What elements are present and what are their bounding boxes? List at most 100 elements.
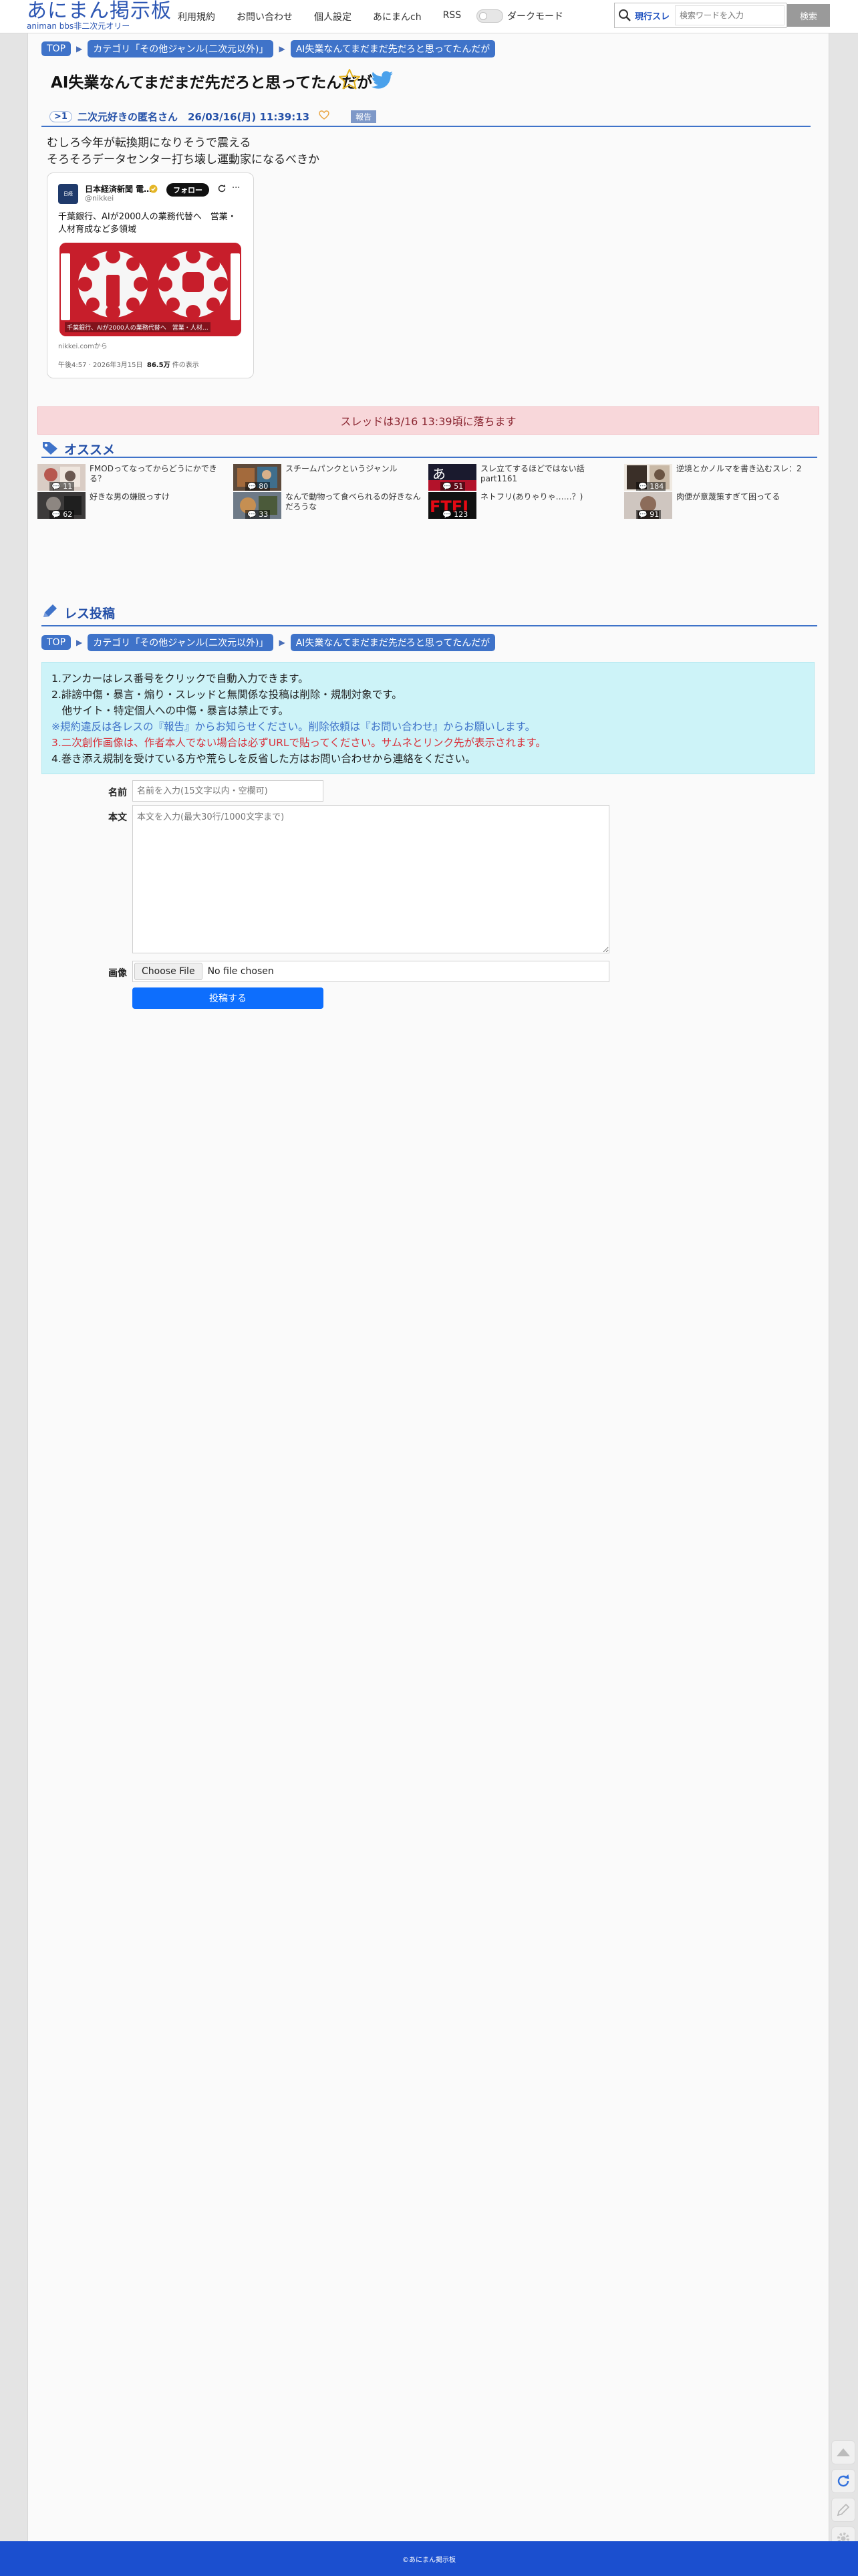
embed-follow-button[interactable]: フォロー: [166, 183, 209, 197]
arrow-up-icon: [837, 2448, 850, 2456]
recommend-item[interactable]: 💬 91 肉便が意蔑策すぎて困ってる: [624, 492, 818, 519]
recommend-item-title[interactable]: 好きな男の嫌脱っすけ: [90, 492, 230, 502]
scroll-top-button[interactable]: [831, 2440, 855, 2464]
report-button[interactable]: 報告: [351, 110, 377, 123]
search-input[interactable]: [675, 5, 784, 25]
nav-rss[interactable]: RSS: [443, 10, 462, 23]
recommend-item[interactable]: 💬 11 FMODってなってからどうにかできる？: [37, 464, 231, 491]
logo-main-text: あにまん掲示板: [27, 0, 172, 23]
breadcrumb: TOP ▶ カテゴリ「その他ジャンル(二次元以外)」 ▶ AI失業なんてまだまだ…: [41, 40, 496, 57]
body-textarea[interactable]: [132, 805, 609, 953]
search-button[interactable]: 検索: [787, 4, 830, 27]
rule-line-links[interactable]: ※規約違反は各レスの『報告』からお知らせください。削除依頼は『お問い合わせ』から…: [51, 719, 805, 735]
reload-button[interactable]: [831, 2469, 855, 2493]
breadcrumb-thread[interactable]: AI失業なんてまだまだ先だろと思ってたんだが: [290, 40, 496, 57]
search-mode-select[interactable]: 現行スレ: [635, 9, 670, 22]
refresh-icon[interactable]: [217, 184, 227, 196]
embed-views-suffix: 件の表示: [172, 362, 199, 369]
recommend-item-title[interactable]: スチームパンクというジャンル: [285, 464, 426, 474]
toggle-knob: [479, 12, 487, 20]
nav-animanch[interactable]: あにまんch: [373, 10, 422, 23]
favorite-star-icon[interactable]: [338, 68, 361, 92]
comment-count-value: 33: [259, 510, 269, 519]
recommend-item-title[interactable]: なんで動物って食べられるの好きなんだろうな: [285, 492, 426, 512]
site-logo[interactable]: あにまん掲示板 animan bbs非二次元オリー: [27, 0, 172, 31]
comment-count-value: 62: [63, 510, 73, 519]
recommend-thumbnail[interactable]: 💬 33: [233, 492, 281, 519]
post-body-line: むしろ今年が転換期になりそうで震える: [47, 136, 251, 150]
comment-count-value: 51: [454, 482, 464, 491]
body-label: 本文: [108, 812, 127, 823]
recommend-item-title[interactable]: 逆境とかノルマを書き込むスレ：2: [676, 464, 817, 474]
post-body: むしろ今年が転換期になりそうで震える そろそろデータセンター打ち壊し運動家になる…: [47, 135, 319, 168]
breadcrumb-top[interactable]: TOP: [41, 41, 72, 56]
thread-drop-notice: スレッドは3/16 13:39頃に落ちます: [37, 406, 819, 435]
comment-count-value: 80: [259, 482, 269, 491]
recommend-thumbnail[interactable]: 💬 80: [233, 464, 281, 491]
recommend-item[interactable]: あ 💬 51 スレ立てするほどではない話 part1161: [428, 464, 622, 491]
verified-badge-icon: [149, 184, 158, 196]
comment-count: 💬 62: [49, 510, 75, 519]
name-input[interactable]: [132, 780, 323, 802]
recommend-item[interactable]: 💬 184 逆境とかノルマを書き込むスレ：2: [624, 464, 818, 491]
submit-button[interactable]: 投稿する: [132, 987, 323, 1009]
recommend-item-title[interactable]: 肉便が意蔑策すぎて困ってる: [676, 492, 817, 502]
comment-count: 💬 80: [245, 482, 271, 491]
breadcrumb-category[interactable]: カテゴリ「その他ジャンル(二次元以外)」: [88, 40, 274, 57]
comment-count: 💬 91: [636, 510, 662, 519]
recommend-thumbnail[interactable]: 💬 184: [624, 464, 672, 491]
breadcrumb-top[interactable]: TOP: [41, 635, 72, 650]
breadcrumb-separator-icon: ▶: [76, 44, 83, 53]
comment-count: 💬 123: [440, 510, 470, 519]
thread-title: AI失業なんてまだまだ先だろと思ってたんだが: [51, 74, 373, 92]
recommend-item-title[interactable]: FMODってなってからどうにかできる？: [90, 464, 230, 484]
embed-avatar: 日経: [58, 184, 78, 204]
image-label: 画像: [108, 968, 127, 979]
recommend-item[interactable]: 💬 33 なんで動物って食べられるの好きなんだろうな: [233, 492, 427, 519]
pencil-edit-icon: [837, 2503, 850, 2516]
comment-count-value: 123: [454, 510, 468, 519]
recommend-thumbnail[interactable]: 💬 11: [37, 464, 86, 491]
reply-title: レス投稿: [64, 606, 116, 621]
post-body-line: そろそろデータセンター打ち壊し運動家になるべきか: [47, 153, 319, 166]
post-number[interactable]: >1: [49, 110, 72, 122]
recommend-thumbnail[interactable]: 💬 62: [37, 492, 86, 519]
recommend-item[interactable]: FTFI 💬 123 ネトフリ(ありゃりゃ……？): [428, 492, 622, 519]
recommend-item-title[interactable]: スレ立てするほどではない話 part1161: [480, 464, 621, 484]
toggle-track[interactable]: [476, 9, 503, 23]
comment-count: 💬 33: [245, 510, 271, 519]
write-button[interactable]: [831, 2498, 855, 2522]
image-file-input[interactable]: Choose File No file chosen: [132, 961, 609, 982]
post-meta: 二次元好きの匿名さん 26/03/16(月) 11:39:13: [77, 110, 310, 123]
embed-domain[interactable]: nikkei.comから: [58, 340, 108, 350]
nav-settings[interactable]: 個人設定: [314, 10, 351, 23]
comment-count-value: 91: [650, 510, 660, 519]
breadcrumb-separator-icon: ▶: [279, 638, 285, 647]
recommend-thumbnail[interactable]: FTFI 💬 123: [428, 492, 476, 519]
pencil-icon: [41, 603, 59, 622]
embed-text: 千葉銀行、AIが2000人の業務代替へ 営業・人材育成など多領域: [58, 212, 237, 235]
site-footer: ©あにまん掲示板: [0, 2541, 858, 2576]
choose-file-button[interactable]: Choose File: [134, 963, 202, 980]
embed-news-image[interactable]: 千葉銀行、AIが2000人の業務代替へ 営業・人材…: [59, 243, 241, 336]
breadcrumb-category[interactable]: カテゴリ「その他ジャンル(二次元以外)」: [88, 634, 274, 651]
recommend-item-title[interactable]: ネトフリ(ありゃりゃ……？): [480, 492, 621, 502]
embed-account-name[interactable]: 日本経済新聞 電…: [85, 183, 152, 195]
recommend-thumbnail[interactable]: 💬 91: [624, 492, 672, 519]
recommend-header: オススメ: [41, 440, 115, 458]
embedded-tweet[interactable]: 日経 日本経済新聞 電… @nikkei フォロー ··· 千葉銀行、AIが20…: [47, 172, 254, 378]
heart-icon[interactable]: [319, 110, 329, 122]
search-box: 現行スレ: [614, 3, 786, 28]
recommend-item[interactable]: 💬 80 スチームパンクというジャンル: [233, 464, 427, 491]
more-options-icon[interactable]: ···: [232, 183, 240, 193]
nav-contact[interactable]: お問い合わせ: [237, 10, 293, 23]
twitter-share-icon[interactable]: [371, 71, 394, 92]
breadcrumb-thread[interactable]: AI失業なんてまだまだ先だろと思ってたんだが: [290, 634, 496, 651]
recommend-thumbnail[interactable]: あ 💬 51: [428, 464, 476, 491]
dark-mode-toggle[interactable]: ダークモード: [476, 9, 563, 23]
comment-count: 💬 11: [49, 482, 75, 491]
dark-mode-label: ダークモード: [507, 11, 563, 22]
comment-count: 💬 51: [440, 482, 466, 491]
nav-terms[interactable]: 利用規約: [178, 10, 215, 23]
recommend-item[interactable]: 💬 62 好きな男の嫌脱っすけ: [37, 492, 231, 519]
